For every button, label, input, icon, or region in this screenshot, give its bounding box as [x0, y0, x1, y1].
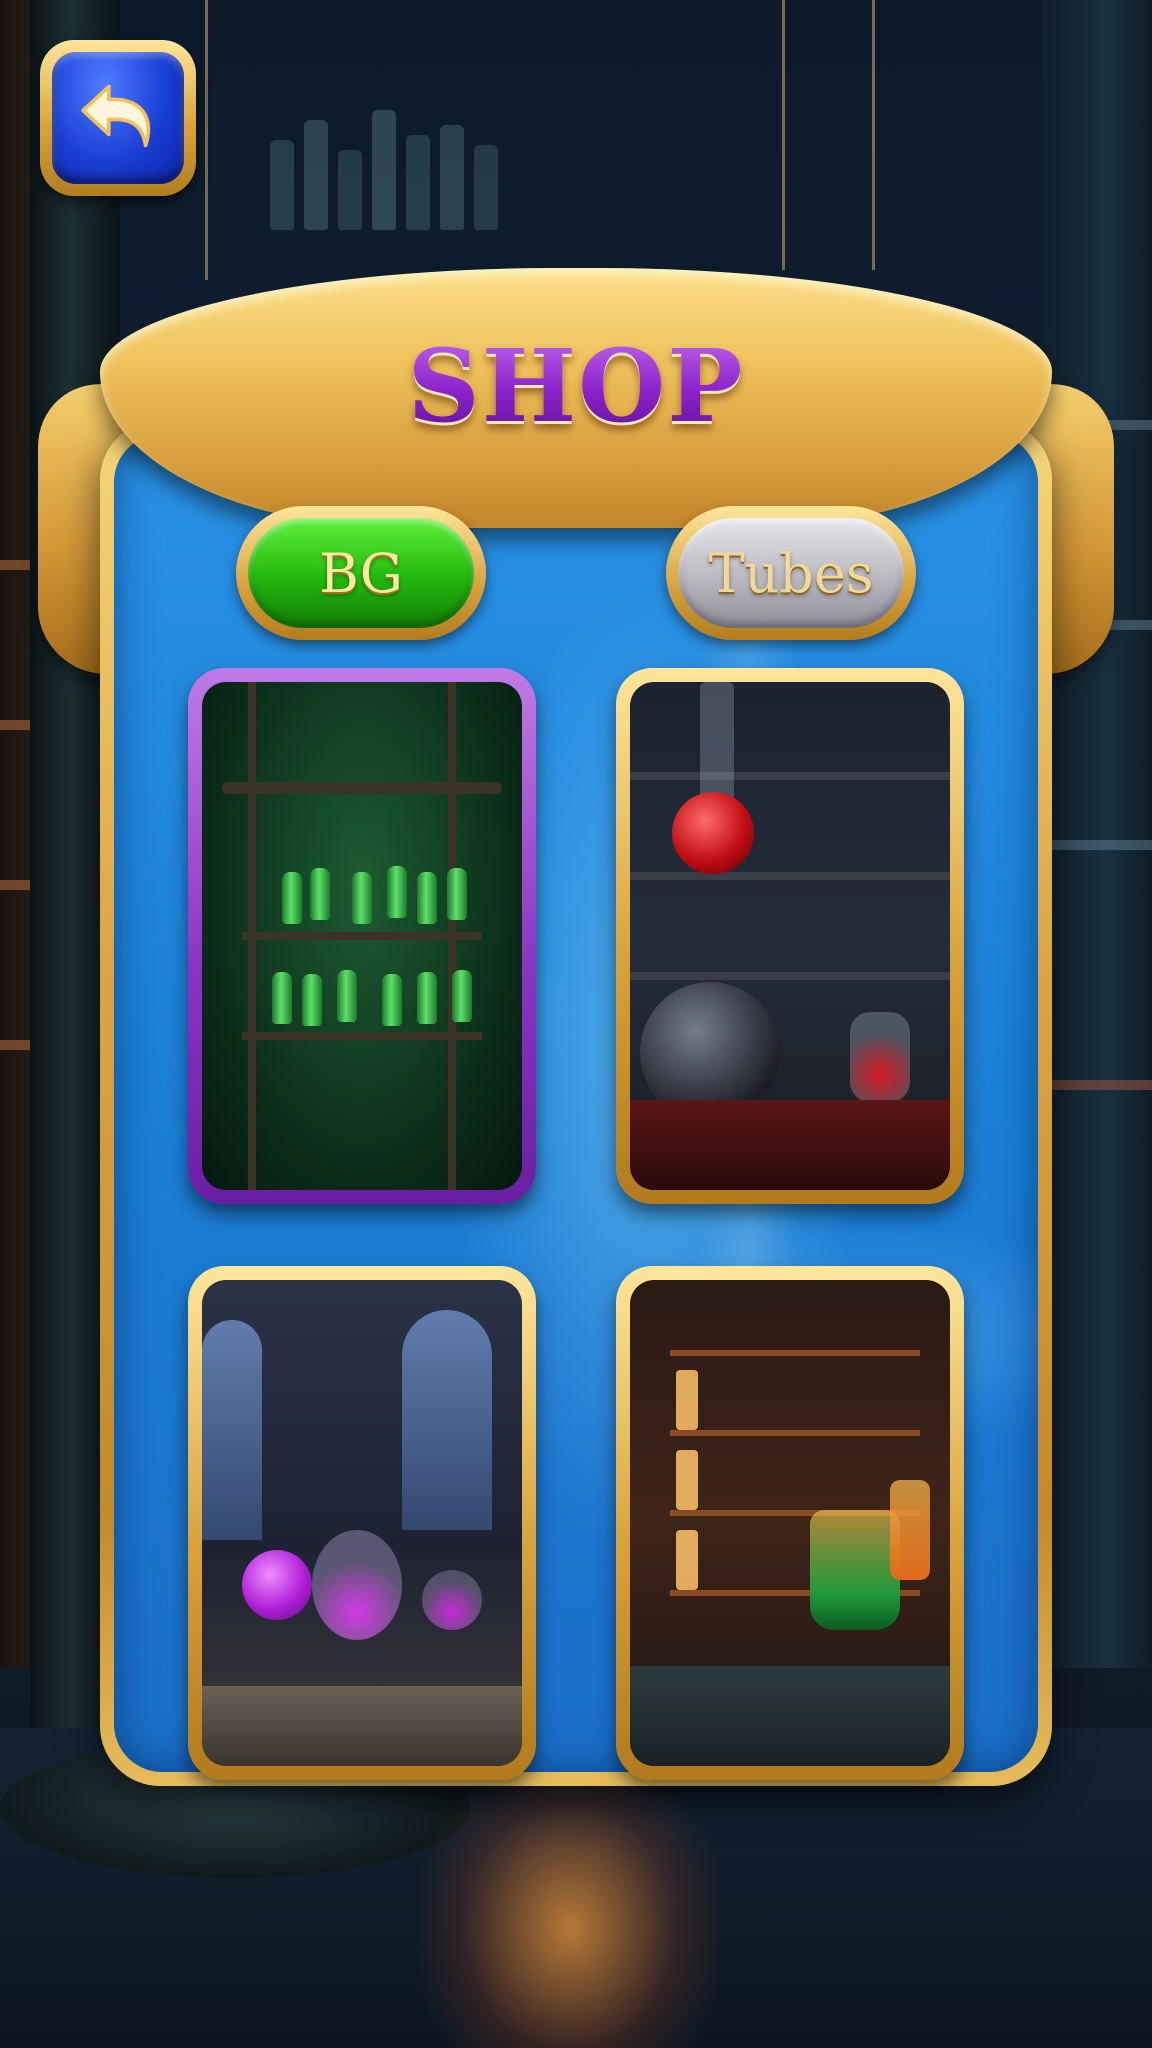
right-shelf: [1042, 0, 1152, 1668]
tab-tubes[interactable]: Tubes: [666, 506, 916, 640]
background-preview-image: [202, 1280, 522, 1766]
background-bottles: [270, 110, 498, 230]
background-preview-image: [630, 1280, 950, 1766]
table-light-reflection: [420, 1748, 720, 2048]
tab-bg-label: BG: [248, 518, 474, 628]
shop-item-green-potion-shelf[interactable]: [188, 668, 536, 1204]
shop-item-red-flask-lab[interactable]: [616, 668, 964, 1204]
shop-item-purple-flask-lab[interactable]: [188, 1266, 536, 1780]
shop-item-orange-lit-lab[interactable]: [616, 1266, 964, 1780]
background-preview-image: [202, 682, 522, 1190]
background-preview-image: [630, 682, 950, 1190]
tab-bg[interactable]: BG: [236, 506, 486, 640]
page-title: SHOP: [407, 327, 745, 445]
back-arrow-icon: [72, 70, 164, 166]
title-ribbon: SHOP: [100, 268, 1052, 528]
back-button[interactable]: [40, 40, 196, 196]
tab-tubes-label: Tubes: [678, 518, 904, 628]
